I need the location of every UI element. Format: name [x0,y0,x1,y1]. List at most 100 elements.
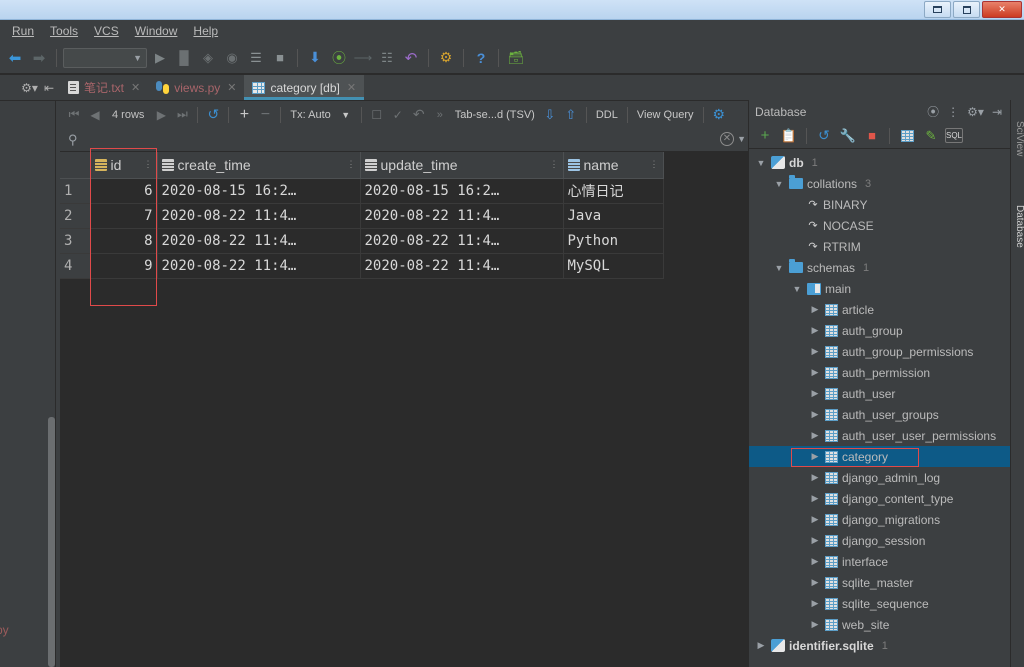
column-header-update-time[interactable]: update_time ⋮ [360,152,564,179]
cell-id[interactable]: 6 [90,178,158,204]
cell-create-time[interactable]: 2020-08-22 11:4… [157,253,361,279]
tree-node-django-session[interactable]: ▶ django_session [749,530,1010,551]
last-page-icon[interactable]: ⏭ [172,104,192,125]
chevron-right-icon[interactable]: ▶ [809,472,821,483]
refresh-icon[interactable]: ↺ [814,126,834,146]
close-button[interactable]: ✕ [982,1,1022,18]
tree-node-auth-group-permissions[interactable]: ▶ auth_group_permissions [749,341,1010,362]
table-editor-icon[interactable] [897,126,917,146]
ddl-button[interactable]: DDL [592,109,622,121]
table-row[interactable]: 4 9 2020-08-22 11:4… 2020-08-22 11:4… My… [60,253,664,279]
view-query-button[interactable]: View Query [633,109,698,121]
cell-update-time[interactable]: 2020-08-22 11:4… [360,228,564,254]
tx-mode-label[interactable]: Tx: Auto [286,109,334,121]
sort-indicator-icon[interactable]: ⋮ [347,159,356,170]
column-header-name[interactable]: name ⋮ [563,152,664,179]
menu-run[interactable]: Run [4,22,42,40]
chevron-down-icon[interactable]: ▼ [737,134,746,144]
tree-node-sqlite-sequence[interactable]: ▶ sqlite_sequence [749,593,1010,614]
left-scrollbar[interactable] [48,417,55,667]
next-page-icon[interactable]: ▶ [151,104,171,125]
stop-icon[interactable]: ■ [269,47,291,69]
chevron-right-icon[interactable]: ▶ [755,640,767,651]
sort-indicator-icon[interactable]: ⋮ [650,159,659,170]
collapse-all-icon[interactable]: ⋮ [947,105,959,119]
reload-icon[interactable]: ↺ [203,104,223,125]
filter-input[interactable] [90,130,730,149]
cell-update-time[interactable]: 2020-08-15 16:2… [360,178,564,204]
cell-create-time[interactable]: 2020-08-22 11:4… [157,203,361,229]
tree-node-interface[interactable]: ▶ interface [749,551,1010,572]
table-row[interactable]: 1 6 2020-08-15 16:2… 2020-08-15 16:2… 心情… [60,178,664,204]
revert-icon[interactable]: ↶ [400,47,422,69]
debug-icon[interactable]: █ [173,47,195,69]
tree-node-auth-user-user-permissions[interactable]: ▶ auth_user_user_permissions [749,425,1010,446]
tree-node-django-migrations[interactable]: ▶ django_migrations [749,509,1010,530]
expand-all-icon[interactable]: ⦿ [927,103,939,120]
tree-node-collations[interactable]: ▼ collations 3 [749,173,1010,194]
sort-indicator-icon[interactable]: ⋮ [144,159,153,170]
cell-create-time[interactable]: 2020-08-15 16:2… [157,178,361,204]
chevron-right-icon[interactable]: ▶ [809,535,821,546]
chevron-right-icon[interactable]: ▶ [809,598,821,609]
settings-gear-icon[interactable]: ⚙ [709,104,730,125]
run-configuration-select[interactable]: ▼ [63,47,147,68]
hide-panel-icon[interactable]: ⇥ [992,105,1002,119]
cell-update-time[interactable]: 2020-08-22 11:4… [360,253,564,279]
export-format-label[interactable]: Tab-se...d (TSV) [451,109,539,121]
table-row[interactable]: 3 8 2020-08-22 11:4… 2020-08-22 11:4… Py… [60,228,664,254]
chevron-down-icon[interactable]: ▼ [336,104,356,125]
chevron-right-icon[interactable]: ▶ [809,430,821,441]
database-icon[interactable]: 🗃 [505,47,527,69]
add-row-icon[interactable]: + [234,104,254,125]
commit-icon[interactable]: ☐ [367,104,387,125]
close-circle-icon[interactable]: ✕ [720,132,734,146]
table-row[interactable]: 2 7 2020-08-22 11:4… 2020-08-22 11:4… Ja… [60,203,664,229]
tree-node-binary[interactable]: ▶ ↷ BINARY [749,194,1010,215]
chevron-right-icon[interactable]: ▶ [809,451,821,462]
maximize-button[interactable] [953,1,980,18]
chevron-right-icon[interactable]: ▶ [809,514,821,525]
tree-node-schemas[interactable]: ▼ schemas 1 [749,257,1010,278]
modify-table-icon[interactable]: ✎ [921,126,941,146]
tree-node-auth-user-groups[interactable]: ▶ auth_user_groups [749,404,1010,425]
import-icon[interactable]: ⇩ [540,104,560,125]
help-icon[interactable]: ? [470,47,492,69]
forward-arrow-icon[interactable]: ➡ [28,47,50,69]
tree-node-main[interactable]: ▼ main [749,278,1010,299]
chevron-right-icon[interactable]: ▶ [809,346,821,357]
cell-update-time[interactable]: 2020-08-22 11:4… [360,203,564,229]
chevron-down-icon[interactable]: ▼ [755,158,767,168]
tab-category-db[interactable]: category [db] ✕ [244,75,365,100]
tree-node-db[interactable]: ▼ db 1 [749,152,1010,173]
tree-node-auth-permission[interactable]: ▶ auth_permission [749,362,1010,383]
data-source-properties-icon[interactable]: 🔧 [838,126,858,146]
close-icon[interactable]: ✕ [227,81,236,94]
close-icon[interactable]: ✕ [131,81,140,94]
tree-node-nocase[interactable]: ▶ ↷ NOCASE [749,215,1010,236]
copy-icon[interactable]: 📋 [779,126,799,146]
cell-create-time[interactable]: 2020-08-22 11:4… [157,228,361,254]
commit-icon[interactable]: ⦿ [328,47,350,69]
tree-node-django-admin-log[interactable]: ▶ django_admin_log [749,467,1010,488]
settings-gear-icon[interactable]: ⚙▾ [967,105,984,119]
tree-node-identifier-sqlite[interactable]: ▶ identifier.sqlite 1 [749,635,1010,656]
chevron-right-icon[interactable]: ▶ [809,493,821,504]
chevron-down-icon[interactable]: ▼ [791,284,803,294]
tree-node-sqlite-master[interactable]: ▶ sqlite_master [749,572,1010,593]
settings-gear-icon[interactable]: ⚙▾ [21,81,38,95]
tree-node-django-content-type[interactable]: ▶ django_content_type [749,488,1010,509]
tree-node-web-site[interactable]: ▶ web_site [749,614,1010,635]
chevron-right-icon[interactable]: ▶ [809,619,821,630]
chevron-right-icon[interactable]: ▶ [809,388,821,399]
vertical-tab-database[interactable]: Database [1011,186,1024,266]
chevron-right-icon[interactable]: ▶ [809,304,821,315]
tree-node-auth-user[interactable]: ▶ auth_user [749,383,1010,404]
minimize-button[interactable] [924,1,951,18]
cell-id[interactable]: 7 [90,203,158,229]
tree-node-auth-group[interactable]: ▶ auth_group [749,320,1010,341]
close-icon[interactable]: ✕ [347,81,356,94]
sort-indicator-icon[interactable]: ⋮ [550,159,559,170]
console-icon[interactable]: ☰ [245,47,267,69]
diff-icon[interactable]: ☷ [376,47,398,69]
